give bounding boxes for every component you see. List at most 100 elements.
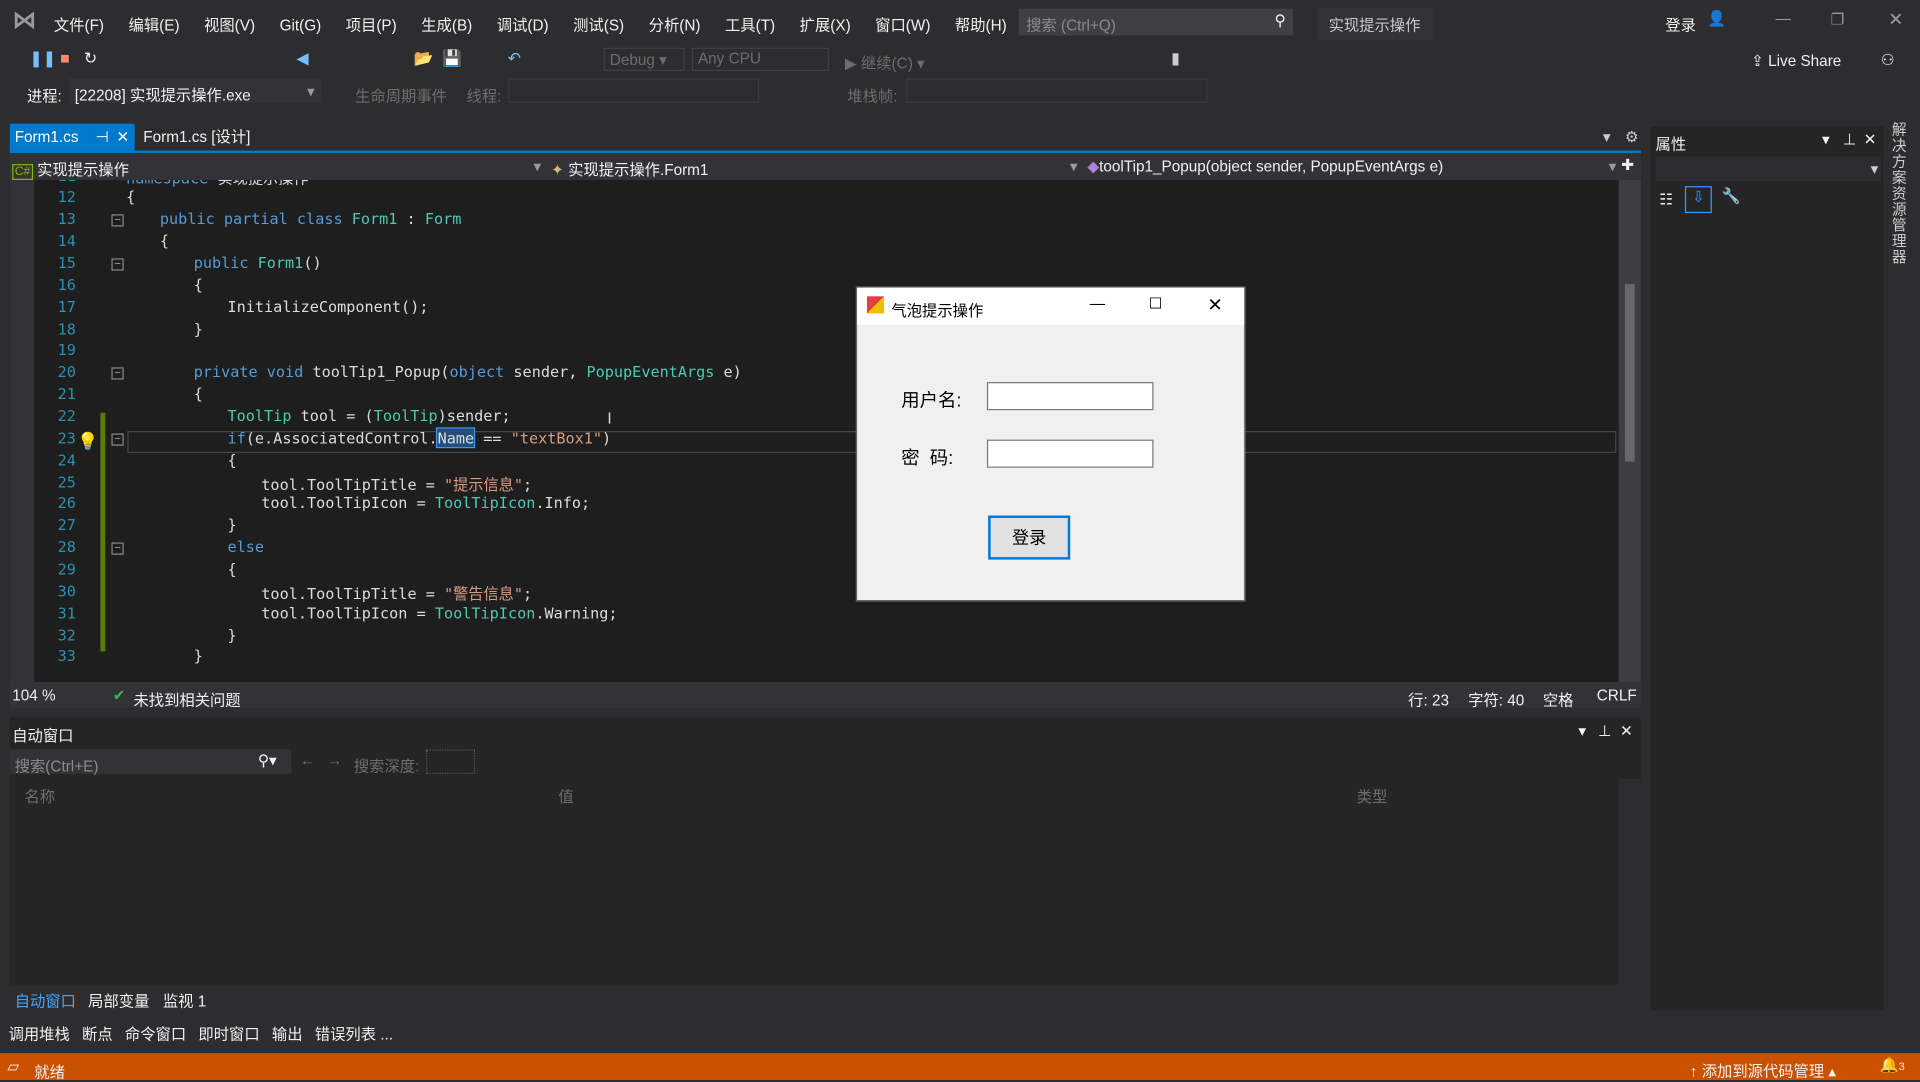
tool-tab[interactable]: 输出 [272, 1026, 303, 1043]
back-icon[interactable]: ◀ [294, 50, 311, 67]
panel-menu-icon[interactable]: ▾ [1822, 130, 1830, 148]
close-panel-icon[interactable]: ✕ [1620, 721, 1633, 739]
close-panel-icon[interactable]: ✕ [1864, 130, 1877, 148]
menu-item[interactable]: 调试(D) [497, 17, 549, 34]
pin-icon[interactable]: ⊥ [1843, 130, 1856, 148]
member-dropdown[interactable]: ◆toolTip1_Popup(object sender, PopupEven… [1087, 157, 1616, 175]
code-line[interactable]: ToolTip tool = (ToolTip)sender; [228, 406, 511, 424]
platform-dropdown[interactable]: Any CPU [691, 47, 829, 72]
undo-icon[interactable]: ↶ [506, 50, 523, 67]
split-editor-icon[interactable]: ✚ [1621, 156, 1634, 174]
login-button[interactable]: 登录 [988, 515, 1071, 560]
search-input[interactable]: 搜索 (Ctrl+Q) [1026, 17, 1116, 34]
tab-overflow-icon[interactable]: ▾ [1603, 127, 1611, 146]
close-window-button[interactable]: ✕ [1888, 9, 1903, 31]
code-line[interactable]: { [160, 232, 169, 250]
tool-tab[interactable]: 命令窗口 [125, 1026, 186, 1043]
fold-toggle[interactable]: − [111, 542, 124, 555]
stack-frame-dropdown[interactable] [906, 78, 1208, 103]
column-name[interactable]: 名称 [24, 784, 55, 807]
line-number[interactable]: 行: 23 [1408, 687, 1449, 710]
code-line[interactable]: else [228, 538, 265, 556]
code-line[interactable]: tool.ToolTipIcon = ToolTipIcon.Warning; [261, 603, 617, 621]
menu-item[interactable]: 文件(F) [54, 17, 104, 34]
tool-tab[interactable]: 错误列表 ... [315, 1026, 393, 1043]
code-line[interactable]: tool.ToolTipTitle = "提示信息"; [261, 472, 532, 494]
code-line[interactable]: if(e.AssociatedControl.Name == "textBox1… [228, 427, 612, 448]
tab-watch1[interactable]: 监视 1 [163, 988, 206, 1011]
code-line[interactable]: public Form1() [194, 253, 322, 271]
menu-item[interactable]: 生成(B) [421, 17, 472, 34]
menu-item[interactable]: 视图(V) [204, 17, 255, 34]
bookmark-icon[interactable]: ▮ [1167, 50, 1184, 67]
continue-button[interactable]: ▶ 继续(C) ▾ [845, 50, 925, 73]
property-pages-icon[interactable]: 🔧 [1722, 187, 1741, 205]
dialog-close[interactable]: ✕ [1207, 294, 1222, 316]
tab-locals[interactable]: 局部变量 [88, 988, 149, 1011]
autos-search-input[interactable]: 搜索(Ctrl+E) [15, 758, 99, 775]
line-ending[interactable]: CRLF [1597, 687, 1637, 704]
code-line[interactable]: { [228, 560, 237, 578]
account-icon[interactable]: 👤 [1707, 10, 1726, 28]
code-line[interactable]: InitializeComponent(); [228, 297, 429, 315]
autos-scrollbar[interactable] [1618, 778, 1641, 985]
nav-back-icon[interactable]: ← [300, 752, 315, 769]
editor-scrollbar[interactable] [1618, 180, 1641, 683]
autos-search[interactable]: 搜索(Ctrl+E) ⚲▾ [9, 749, 292, 775]
categorized-icon[interactable]: ☷ [1659, 190, 1673, 208]
pin-icon[interactable]: ⊣ [96, 124, 109, 151]
object-selector[interactable]: ▾ [1655, 156, 1881, 182]
menu-item[interactable]: 分析(N) [649, 17, 701, 34]
column-type[interactable]: 类型 [1357, 784, 1388, 807]
tab-form1-cs[interactable]: Form1.cs ⊣ ✕ [9, 123, 135, 151]
process-dropdown[interactable]: [22208] 实现提示操作.exe ▾ [68, 78, 321, 104]
save-icon[interactable]: 💾 [442, 50, 462, 67]
fold-toggle[interactable]: − [111, 258, 124, 271]
username-input[interactable] [986, 382, 1154, 411]
class-dropdown[interactable]: ✦ 实现提示操作.Form1 ▾ [551, 157, 1078, 180]
minimize-button[interactable]: — [1776, 10, 1791, 27]
code-line[interactable]: } [194, 647, 203, 665]
fold-toggle[interactable]: − [111, 367, 124, 380]
config-dropdown[interactable]: Debug ▾ [603, 47, 685, 72]
code-line[interactable]: { [194, 275, 203, 293]
notifications-icon[interactable]: 🔔3 [1880, 1057, 1905, 1075]
menu-item[interactable]: 工具(T) [725, 17, 775, 34]
close-tab-icon[interactable]: ✕ [116, 124, 129, 151]
side-tab-solution-explorer[interactable]: 解决方案资源管理器 [1892, 122, 1909, 265]
menu-item[interactable]: 窗口(W) [875, 17, 930, 34]
code-line[interactable]: private void toolTip1_Popup(object sende… [194, 363, 742, 381]
code-line[interactable]: } [228, 516, 237, 534]
restart-icon[interactable]: ↻ [82, 50, 99, 67]
pause-icon[interactable]: ❚❚ [29, 50, 56, 67]
thread-dropdown[interactable] [508, 78, 760, 103]
autos-tab-active[interactable]: 自动窗口 [10, 987, 81, 1013]
menu-item[interactable]: 帮助(H) [955, 17, 1007, 34]
code-line[interactable]: tool.ToolTipTitle = "警告信息"; [261, 581, 532, 603]
lifecycle-events[interactable]: 生命周期事件 [355, 83, 447, 106]
properties-icon[interactable]: ⇩ [1684, 186, 1712, 214]
code-line[interactable]: } [194, 319, 203, 337]
project-dropdown[interactable]: C# 实现提示操作 ▾ [12, 157, 541, 181]
column-value[interactable]: 值 [558, 784, 573, 807]
code-line[interactable]: } [228, 625, 237, 643]
menu-item[interactable]: 项目(P) [346, 17, 397, 34]
dialog-maximize[interactable]: ☐ [1149, 294, 1163, 312]
panel-menu-icon[interactable]: ▾ [1578, 721, 1586, 739]
tab-form1-designer[interactable]: Form1.cs [设计] [138, 124, 250, 151]
code-line[interactable]: tool.ToolTipIcon = ToolTipIcon.Info; [261, 494, 590, 512]
settings-icon[interactable]: ⚙ [1625, 127, 1639, 146]
open-folder-icon[interactable]: 📂 [414, 50, 434, 67]
stop-icon[interactable]: ■ [56, 50, 73, 67]
password-input[interactable] [986, 439, 1154, 468]
tool-tab[interactable]: 断点 [82, 1026, 113, 1043]
search-box[interactable]: 搜索 (Ctrl+Q) ⚲ [1018, 8, 1294, 36]
zoom-level[interactable]: 104 % [12, 687, 55, 704]
code-line[interactable]: { [126, 188, 135, 206]
restore-button[interactable]: ❐ [1831, 10, 1845, 28]
fold-toggle[interactable]: − [111, 433, 124, 446]
menu-item[interactable]: 测试(S) [573, 17, 624, 34]
code-line[interactable]: namespace 实现提示操作 [126, 180, 308, 188]
search-depth-dropdown[interactable] [426, 749, 476, 774]
menu-item[interactable]: Git(G) [280, 17, 322, 34]
